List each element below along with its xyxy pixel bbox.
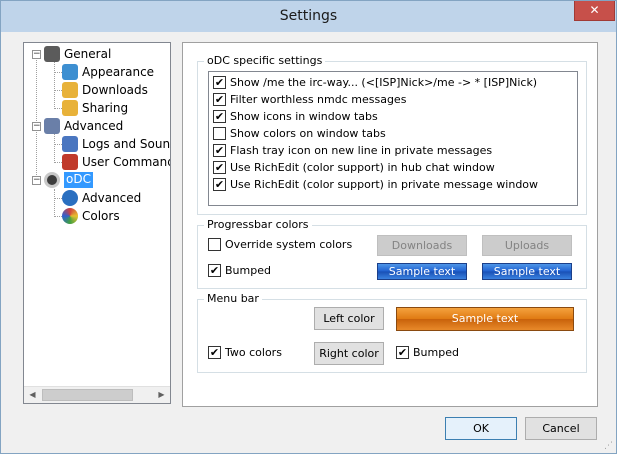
progressbar-colors-group: Progressbar colors Override system color… — [197, 218, 587, 289]
right-color-button[interactable]: Right color — [314, 342, 384, 365]
tree-item-label: User Commands — [82, 155, 170, 169]
option-label: Flash tray icon on new line in private m… — [230, 144, 493, 157]
checkbox[interactable]: ✔ — [213, 93, 226, 106]
checkbox[interactable]: ✔ — [213, 76, 226, 89]
tools-icon — [62, 154, 78, 170]
ok-button[interactable]: OK — [445, 417, 517, 440]
tree-item-label: Downloads — [82, 83, 148, 97]
tree-item-odc-advanced[interactable]: Advanced — [24, 189, 170, 207]
tree-item-label: Colors — [82, 209, 120, 223]
download-folder-icon — [62, 82, 78, 98]
gear-icon — [44, 46, 60, 62]
uploads-color-button[interactable]: Uploads — [482, 235, 572, 256]
checkbox[interactable]: ✔ — [213, 110, 226, 123]
palette-icon — [62, 64, 78, 80]
scroll-thumb[interactable] — [42, 389, 133, 401]
tree-item-label: General — [64, 47, 112, 61]
downloads-sample-bar: Sample text — [377, 263, 467, 280]
option-label: Two colors — [225, 346, 282, 359]
checkbox[interactable]: ✔ — [208, 264, 221, 277]
odc-settings-group: oDC specific settings ✔ Show /me the irc… — [197, 54, 587, 215]
shared-folder-icon — [62, 100, 78, 116]
collapse-icon[interactable]: − — [32, 122, 41, 131]
cancel-button[interactable]: Cancel — [525, 417, 597, 440]
option-label: Use RichEdit (color support) in hub chat… — [230, 161, 495, 174]
window-title: Settings — [279, 8, 338, 24]
scroll-left-icon[interactable]: ◀ — [24, 387, 41, 403]
checkbox[interactable]: ✔ — [213, 161, 226, 174]
checkbox-unchecked[interactable] — [213, 127, 226, 140]
advanced-icon — [44, 118, 60, 134]
tree-item-logs-and-sounds[interactable]: Logs and Sounds — [24, 135, 170, 153]
checkbox[interactable]: ✔ — [213, 178, 226, 191]
tree-item-downloads[interactable]: Downloads — [24, 81, 170, 99]
title-bar[interactable]: Settings ✕ — [1, 1, 616, 32]
tree-item-label: Logs and Sounds — [82, 137, 171, 151]
scroll-right-icon[interactable]: ▶ — [153, 387, 170, 403]
tree-item-advanced[interactable]: − Advanced — [24, 117, 170, 135]
group-title: oDC specific settings — [204, 54, 326, 67]
downloads-color-button[interactable]: Downloads — [377, 235, 467, 256]
resize-grip-icon[interactable]: ⋰ — [604, 441, 614, 451]
tree-item-appearance[interactable]: Appearance — [24, 63, 170, 81]
option-label: Bumped — [225, 264, 271, 277]
close-icon: ✕ — [589, 3, 600, 17]
option-label: Show icons in window tabs — [230, 110, 378, 123]
checkbox[interactable]: ✔ — [208, 346, 221, 359]
checkbox-unchecked[interactable] — [208, 238, 221, 251]
tree-item-odc[interactable]: − oDC — [24, 171, 170, 189]
close-button[interactable]: ✕ — [574, 1, 615, 21]
tree-item-label: Advanced — [64, 119, 124, 133]
tree-item-label: Sharing — [82, 101, 129, 115]
gear-blue-icon — [62, 190, 78, 206]
menu-bar-group: Menu bar Left color Sample text ✔ Two co… — [197, 292, 587, 373]
tree-item-sharing[interactable]: Sharing — [24, 99, 170, 117]
left-color-button[interactable]: Left color — [314, 307, 384, 330]
tree-item-colors[interactable]: Colors — [24, 207, 170, 225]
settings-window: Settings ✕ − General Appearance Download… — [0, 0, 617, 454]
option-label: Filter worthless nmdc messages — [230, 93, 407, 106]
option-label: Show /me the irc-way... (<[ISP]Nick>/me … — [230, 76, 538, 89]
option-label: Bumped — [413, 346, 459, 359]
option-label: Show colors on window tabs — [230, 127, 386, 140]
log-icon — [62, 136, 78, 152]
options-list: ✔ Show /me the irc-way... (<[ISP]Nick>/m… — [208, 71, 578, 206]
tree-item-label-selected: oDC — [64, 172, 93, 188]
group-title: Progressbar colors — [204, 218, 312, 231]
settings-tree[interactable]: − General Appearance Downloads Sharing −… — [23, 42, 171, 404]
menubar-sample: Sample text — [396, 307, 574, 331]
tree-item-general[interactable]: − General — [24, 45, 170, 63]
option-label: Use RichEdit (color support) in private … — [230, 178, 539, 191]
uploads-sample-bar: Sample text — [482, 263, 572, 280]
colors-icon — [62, 208, 78, 224]
tree-item-user-commands[interactable]: User Commands — [24, 153, 170, 171]
odc-eye-icon — [44, 172, 60, 188]
tree-item-label: Appearance — [82, 65, 155, 79]
collapse-icon[interactable]: − — [32, 176, 41, 185]
group-title: Menu bar — [204, 292, 262, 305]
checkbox[interactable]: ✔ — [396, 346, 409, 359]
settings-panel: oDC specific settings ✔ Show /me the irc… — [182, 42, 598, 407]
tree-item-label: Advanced — [82, 191, 142, 205]
collapse-icon[interactable]: − — [32, 50, 41, 59]
checkbox[interactable]: ✔ — [213, 144, 226, 157]
option-label: Override system colors — [225, 238, 353, 251]
horizontal-scrollbar[interactable]: ◀ ▶ — [24, 386, 170, 403]
